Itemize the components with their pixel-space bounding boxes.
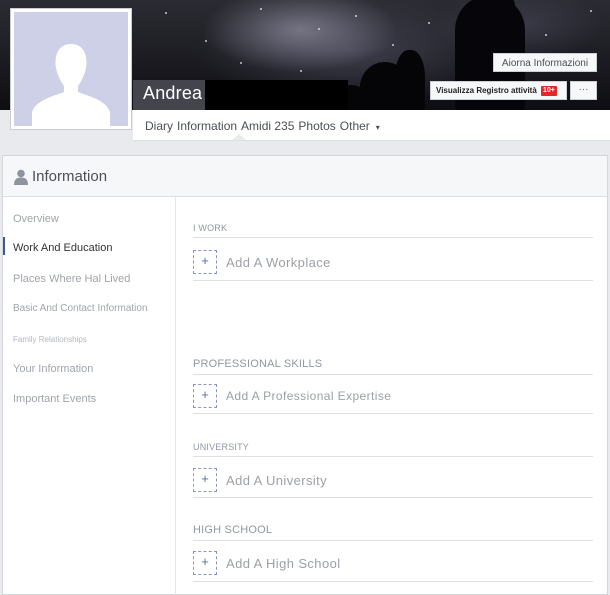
section-title-university: UNIVERSITY bbox=[193, 442, 250, 452]
sidebar-divider bbox=[175, 197, 176, 595]
section-divider bbox=[193, 540, 593, 541]
activity-badge: 10+ bbox=[541, 86, 557, 96]
default-avatar-icon bbox=[32, 44, 110, 126]
information-panel: Information Overview Work And Education … bbox=[2, 155, 608, 595]
panel-header: Information bbox=[3, 156, 607, 197]
sidebar-item-your-information[interactable]: Your Information bbox=[13, 363, 93, 375]
tab-other[interactable]: Other ▾ bbox=[340, 119, 384, 133]
add-expertise-row[interactable]: + Add A Professional Expertise bbox=[193, 382, 391, 410]
plus-icon: + bbox=[193, 468, 217, 492]
add-high-school-row[interactable]: + Add A High School bbox=[193, 549, 341, 577]
add-workplace-row[interactable]: + Add A Workplace bbox=[193, 248, 331, 276]
sidebar-item-contact-info[interactable]: Basic And Contact Information bbox=[13, 303, 148, 314]
tab-diary[interactable]: Diary bbox=[145, 119, 173, 133]
tab-photos[interactable]: Photos bbox=[298, 119, 335, 133]
section-title-work: I WORK bbox=[193, 223, 228, 233]
add-workplace-label: Add A Workplace bbox=[226, 254, 331, 270]
section-divider bbox=[193, 280, 593, 281]
add-high-school-label: Add A High School bbox=[226, 555, 341, 571]
add-university-label: Add A University bbox=[226, 472, 328, 488]
chevron-down-icon: ▾ bbox=[375, 123, 380, 132]
tab-other-label: Other bbox=[339, 119, 370, 133]
sidebar-item-overview[interactable]: Overview bbox=[13, 213, 59, 225]
tab-friends[interactable]: Amidi 235 bbox=[241, 119, 294, 133]
panel-title: Information bbox=[32, 168, 108, 185]
tab-information[interactable]: Information bbox=[177, 119, 237, 133]
sidebar-item-places-lived[interactable]: Places Where Hal Lived bbox=[13, 273, 130, 285]
profile-tabs: Diary Information Amidi 235 Photos Other… bbox=[145, 113, 388, 139]
add-university-row[interactable]: + Add A University bbox=[193, 466, 327, 494]
section-divider bbox=[193, 497, 593, 498]
person-icon bbox=[14, 169, 28, 185]
active-tab-indicator bbox=[232, 134, 246, 140]
section-title-high-school: HIGH SCHOOL bbox=[193, 524, 273, 536]
sidebar-item-work-education[interactable]: Work And Education bbox=[13, 242, 112, 254]
more-options-button[interactable]: ··· bbox=[570, 81, 597, 100]
plus-icon: + bbox=[193, 384, 217, 408]
add-expertise-label: Add A Professional Expertise bbox=[226, 389, 392, 403]
section-divider bbox=[193, 413, 593, 414]
section-divider bbox=[193, 581, 593, 582]
section-title-skills: PROFESSIONAL SKILLS bbox=[193, 358, 323, 370]
section-divider bbox=[193, 237, 593, 238]
sidebar-active-marker bbox=[3, 237, 5, 255]
section-divider bbox=[193, 374, 593, 375]
profile-picture[interactable] bbox=[10, 8, 132, 130]
plus-icon: + bbox=[193, 250, 217, 274]
sidebar-item-important-events[interactable]: Important Events bbox=[13, 393, 96, 405]
activity-log-button[interactable]: Visualizza Registro attività 10+ bbox=[430, 81, 567, 100]
update-info-button[interactable]: Aiorna Informazioni bbox=[493, 53, 597, 72]
activity-log-label: Visualizza Registro attività bbox=[436, 86, 537, 95]
section-divider bbox=[193, 456, 593, 457]
plus-icon: + bbox=[193, 551, 217, 575]
sidebar-item-family[interactable]: Family Relationships bbox=[13, 335, 87, 344]
profile-name[interactable]: Andrea bbox=[143, 83, 202, 104]
avatar bbox=[14, 12, 128, 126]
